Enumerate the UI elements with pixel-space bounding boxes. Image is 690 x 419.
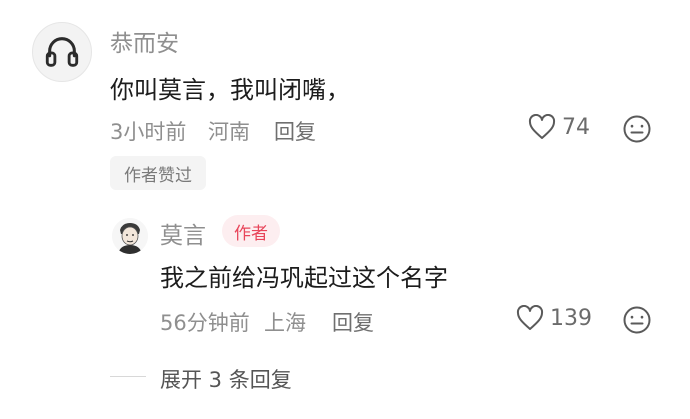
- author-tag: 作者: [222, 215, 280, 247]
- heart-icon: [516, 305, 544, 330]
- reply-username[interactable]: 莫言: [160, 216, 206, 250]
- comment-text: 你叫莫言，我叫闭嘴，: [110, 76, 350, 104]
- liked-by-author-badge: 作者赞过: [110, 156, 206, 190]
- reply-button[interactable]: 回复: [274, 116, 316, 146]
- reply-like-count: 139: [550, 305, 592, 331]
- reply-like-button[interactable]: 139: [516, 305, 592, 331]
- comment-time: 3小时前: [110, 120, 187, 144]
- reply-reply-button[interactable]: 回复: [332, 307, 374, 337]
- portrait-icon: [112, 218, 148, 254]
- heart-icon: [528, 114, 556, 139]
- emoji-face-icon[interactable]: [622, 305, 652, 335]
- headphones-icon: [45, 37, 79, 67]
- like-button[interactable]: 74: [528, 114, 590, 140]
- reply-text: 我之前给冯巩起过这个名字: [160, 264, 448, 292]
- avatar[interactable]: [32, 22, 92, 82]
- comment-location: 河南: [208, 120, 250, 144]
- comment-username[interactable]: 恭而安: [110, 24, 179, 58]
- reply-location: 上海: [264, 311, 306, 335]
- like-count: 74: [562, 114, 590, 140]
- reply-time: 56分钟前: [160, 311, 250, 335]
- emoji-face-icon[interactable]: [622, 114, 652, 144]
- expand-replies-button[interactable]: 展开 3 条回复: [160, 364, 292, 394]
- reply-avatar[interactable]: [112, 218, 148, 254]
- expand-divider: [110, 376, 146, 377]
